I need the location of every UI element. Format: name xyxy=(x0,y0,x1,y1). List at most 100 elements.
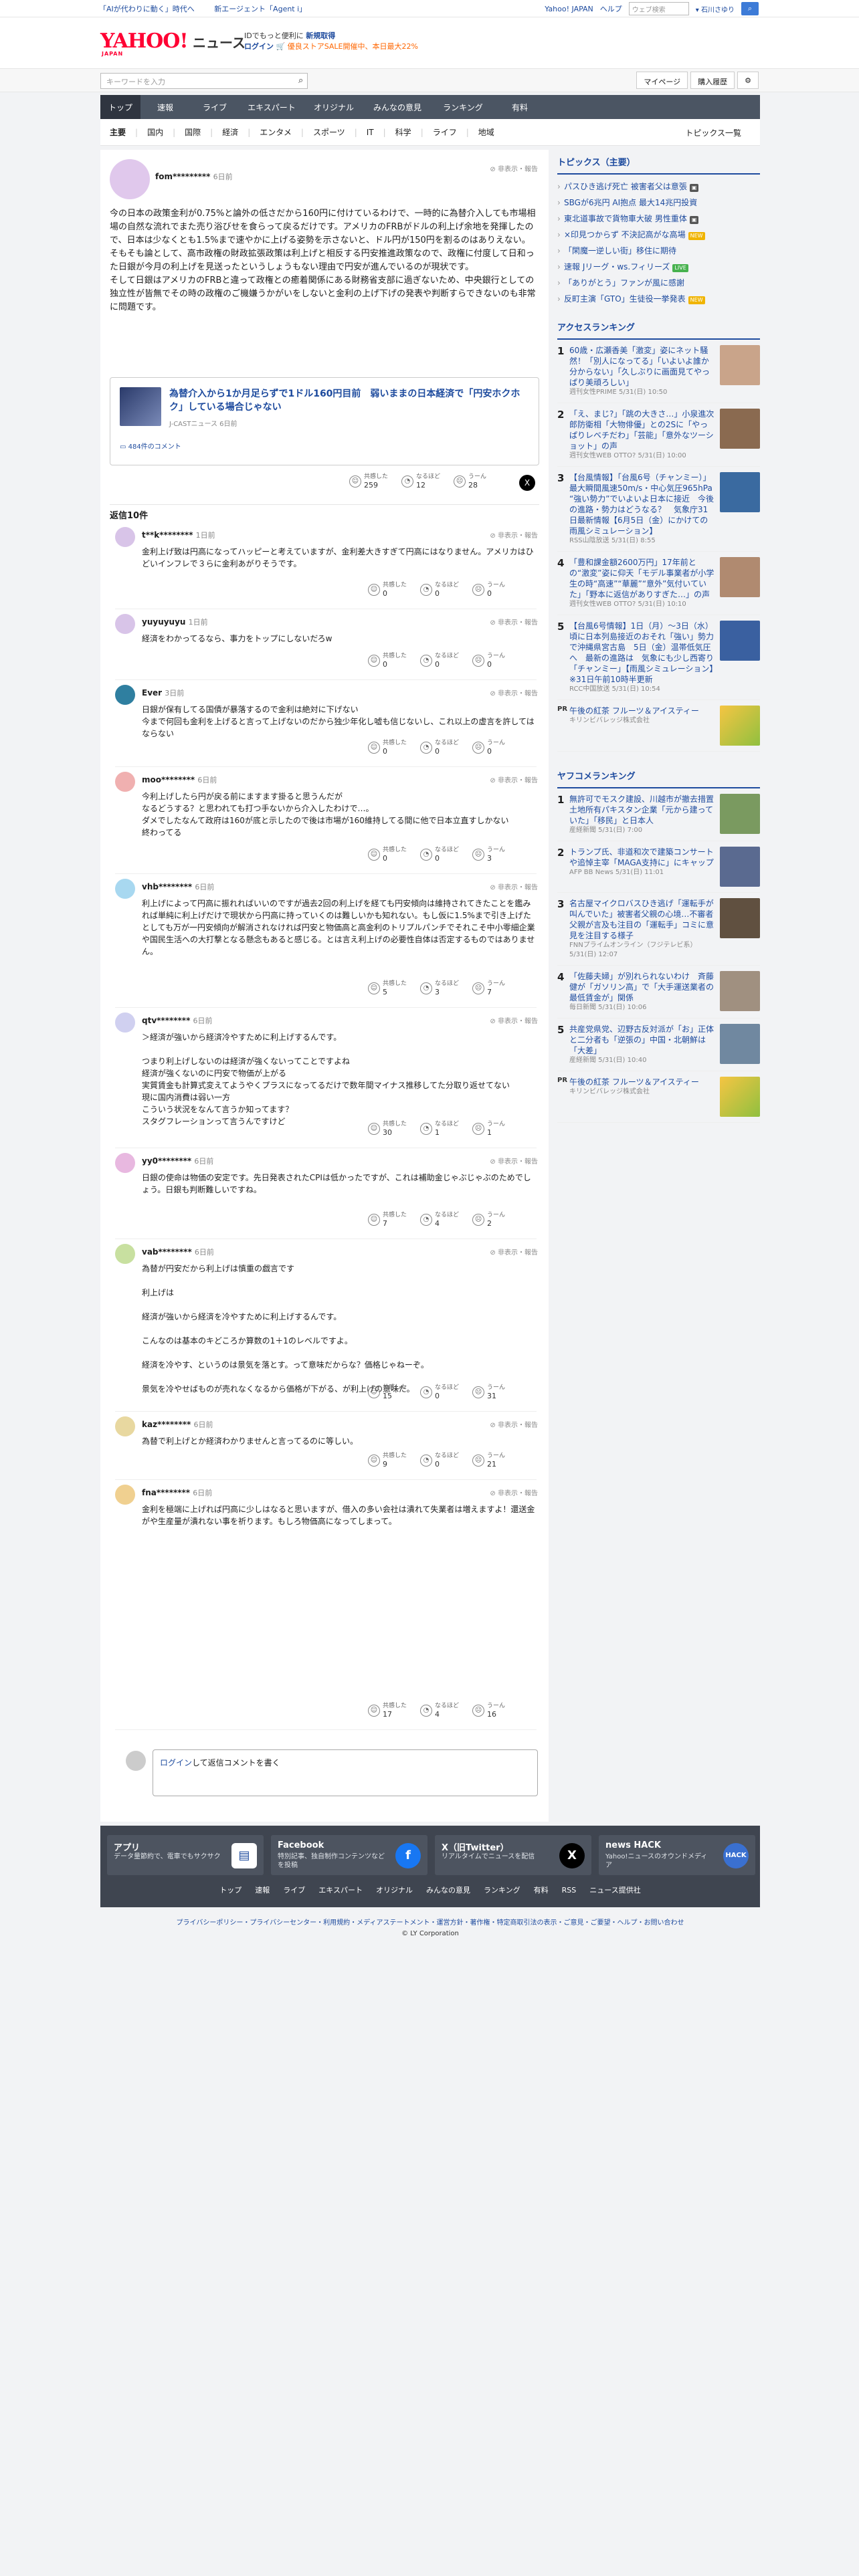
insight-button[interactable]: ◔ なるほど 0 xyxy=(420,582,459,598)
topic-item[interactable]: パスひき逃げ死亡 被害者父は意張▣ xyxy=(557,179,760,195)
footer-newshack[interactable]: news HACK Yahoo!ニュースのオウンドメディア HACK xyxy=(599,1835,755,1875)
topic-item[interactable]: 「ありがとう」ファンが風に感謝 xyxy=(557,275,760,291)
footer-link[interactable]: RSS xyxy=(562,1886,577,1895)
footer-link[interactable]: 速報 xyxy=(255,1886,270,1895)
hmm-button[interactable]: ☹ うーん 7 xyxy=(472,980,505,996)
topic-item[interactable]: 速報 Jリーグ・ws.フィリーズLIVE xyxy=(557,259,760,275)
reply-user-name[interactable]: t**k******** xyxy=(142,530,193,540)
cat-domestic[interactable]: 国内 xyxy=(138,126,173,138)
web-search-input[interactable]: ウェブ検索 xyxy=(628,2,689,15)
hmm-button[interactable]: ☹ うーん 0 xyxy=(472,582,505,598)
agree-button[interactable]: ☺ 共感した 30 xyxy=(368,1121,407,1137)
nav-expert[interactable]: エキスパート xyxy=(240,95,304,119)
reply-user-name[interactable]: Ever xyxy=(142,688,162,697)
cat-it[interactable]: IT xyxy=(357,128,383,137)
cat-life[interactable]: ライフ xyxy=(423,126,466,138)
insight-button[interactable]: ◔ なるほど 12 xyxy=(401,473,440,490)
ranking-item[interactable]: 5 共産党県党、辺野古反対派が「お」正体と二分者も「逆張の」中国・北朝鮮は「大差」… xyxy=(557,1018,760,1071)
hmm-button[interactable]: ☹ うーん 21 xyxy=(472,1453,505,1469)
top-link-2[interactable]: 新エージェント「Agent i」 xyxy=(214,5,306,13)
ranking-item[interactable]: 2 「え、まじ?」「跳の大きさ…」小泉進次郎防衛相「大物俳優」との2Sに「やっぱり… xyxy=(557,403,760,467)
footer-link[interactable]: オリジナル xyxy=(376,1886,413,1895)
web-search-button[interactable]: ⌕ xyxy=(741,2,759,15)
ranking-item[interactable]: 4 「佐藤夫婦」が別れられないわけ 斉藤健が「ガソリン高」で「大手運送業者の最低賃… xyxy=(557,966,760,1018)
reply-user-name[interactable]: vhb******** xyxy=(142,882,192,891)
nav-top[interactable]: トップ xyxy=(100,95,140,119)
insight-button[interactable]: ◔ なるほど 0 xyxy=(420,1384,459,1400)
nav-paid[interactable]: 有料 xyxy=(495,95,545,119)
insight-button[interactable]: ◔ なるほど 0 xyxy=(420,1453,459,1469)
topic-item[interactable]: 反町主演「GTO」生徒役一挙発表NEW xyxy=(557,291,760,307)
footer-link[interactable]: トップ xyxy=(219,1886,242,1895)
nav-opinion[interactable]: みんなの意見 xyxy=(364,95,431,119)
hide-report-link[interactable]: ⊘ 非表示・報告 xyxy=(490,530,538,540)
hide-report-link[interactable]: ⊘ 非表示・報告 xyxy=(490,617,538,627)
login-link[interactable]: ログイン xyxy=(244,42,274,51)
topics-list-link[interactable]: トピックス一覧 xyxy=(676,127,751,138)
nav-ranking[interactable]: ランキング xyxy=(431,95,495,119)
help-link[interactable]: ヘルプ xyxy=(600,3,622,14)
agree-button[interactable]: ☺ 共感した 7 xyxy=(368,1212,407,1228)
reply-user-name[interactable]: moo******** xyxy=(142,775,195,784)
insight-button[interactable]: ◔ なるほど 4 xyxy=(420,1212,459,1228)
hide-report-link[interactable]: ⊘ 非表示・報告 xyxy=(490,1015,538,1025)
comment-user-name[interactable]: fom********* xyxy=(155,172,210,181)
footer-facebook[interactable]: Facebook 特別記事、独自制作コンテンツなどを投稿 f xyxy=(271,1835,427,1875)
footer-link[interactable]: ライブ xyxy=(283,1886,305,1895)
footer-link[interactable]: みんなの意見 xyxy=(426,1886,470,1895)
ranking-item[interactable]: 5 【台風6号情報】1日（月）～3日（水）頃に日本列島接近のおそれ「強い」勢力で沖… xyxy=(557,615,760,700)
agree-button[interactable]: ☺ 共感した 0 xyxy=(368,582,407,598)
agree-button[interactable]: ☺ 共感した 0 xyxy=(368,740,407,756)
topic-item[interactable]: SBGが6兆円 AI抱点 最大14兆円投資 xyxy=(557,195,760,211)
ranking-item[interactable]: 3 【台風情報】「台風6号（チャンミー）」最大瞬間風速50m/s・中心気圧965h… xyxy=(557,467,760,552)
footer-link[interactable]: ニュース提供社 xyxy=(589,1886,640,1895)
article-comments-link[interactable]: ▭ 484件のコメント xyxy=(120,441,181,451)
footer-link[interactable]: 有料 xyxy=(534,1886,549,1895)
mypage-button[interactable]: マイページ xyxy=(636,72,688,89)
hmm-button[interactable]: ☹ うーん 31 xyxy=(472,1384,505,1400)
ranking-item[interactable]: 4 「豊和課金額2600万円」17年前との“激変”姿に仰天「モデル事業者が小学生の… xyxy=(557,552,760,615)
agree-button[interactable]: ☺ 共感した 0 xyxy=(368,653,407,669)
signup-link[interactable]: 新規取得 xyxy=(306,31,335,40)
sale-link[interactable]: 優良ストアSALE開催中、本日最大22% xyxy=(288,42,418,51)
insight-button[interactable]: ◔ なるほど 0 xyxy=(420,653,459,669)
yahoo-logo[interactable]: YAHOO! xyxy=(100,29,189,53)
agree-button[interactable]: ☺ 共感した 17 xyxy=(368,1703,407,1719)
insight-button[interactable]: ◔ なるほど 0 xyxy=(420,740,459,756)
topic-item[interactable]: 東北道事故で貨物車大破 男性重体▣ xyxy=(557,211,760,227)
hide-report-link[interactable]: ⊘ 非表示・報告 xyxy=(490,1487,538,1497)
purchase-history-button[interactable]: 購入履歴 xyxy=(690,72,735,89)
settings-button[interactable]: ⚙ xyxy=(737,72,759,89)
agree-button[interactable]: ☺ 共感した 0 xyxy=(368,847,407,863)
hmm-button[interactable]: ☹ うーん 2 xyxy=(472,1212,505,1228)
yahoo-japan-link[interactable]: Yahoo! JAPAN xyxy=(545,5,593,13)
cat-science[interactable]: 科学 xyxy=(386,126,421,138)
reply-user-name[interactable]: qtv******** xyxy=(142,1016,190,1025)
reply-user-name[interactable]: yuyuyuyu xyxy=(142,617,185,627)
agree-button[interactable]: ☺ 共感した 15 xyxy=(368,1384,407,1400)
topic-item[interactable]: 「閑魔一逆しい街」移住に期待 xyxy=(557,243,760,259)
insight-button[interactable]: ◔ なるほど 0 xyxy=(420,847,459,863)
region-link[interactable]: ▾ 石川さゆり xyxy=(696,4,735,14)
reply-login-link[interactable]: ログイン xyxy=(160,1758,192,1767)
hide-report-link[interactable]: ⊘ 非表示・報告 xyxy=(490,1156,538,1166)
cat-world[interactable]: 国際 xyxy=(175,126,210,138)
cat-sports[interactable]: スポーツ xyxy=(304,126,355,138)
hmm-button[interactable]: ☹ うーん 1 xyxy=(472,1121,505,1137)
keyword-input[interactable]: キーワードを入力 xyxy=(100,73,308,89)
reply-user-name[interactable]: fna******** xyxy=(142,1488,190,1497)
insight-button[interactable]: ◔ なるほど 4 xyxy=(420,1703,459,1719)
hmm-button[interactable]: ☹ うーん 0 xyxy=(472,740,505,756)
cat-main[interactable]: 主要 xyxy=(100,126,135,138)
hmm-button[interactable]: ☹ うーん 0 xyxy=(472,653,505,669)
news-service-name[interactable]: ニュース xyxy=(193,32,246,51)
nav-original[interactable]: オリジナル xyxy=(304,95,364,119)
reply-user-name[interactable]: yy0******** xyxy=(142,1156,191,1166)
agree-button[interactable]: ☺ 共感した 259 xyxy=(349,473,388,490)
article-title[interactable]: 為替介入から1か月足らずで1ドル160円目前 弱いままの日本経済で「円安ホクホク… xyxy=(169,387,531,414)
reply-input[interactable]: ログインして返信コメントを書く xyxy=(153,1749,538,1796)
cat-economy[interactable]: 経済 xyxy=(213,126,248,138)
nav-live[interactable]: ライブ xyxy=(190,95,240,119)
hide-report-link[interactable]: ⊘ 非表示・報告 xyxy=(490,881,538,891)
insight-button[interactable]: ◔ なるほど 1 xyxy=(420,1121,459,1137)
